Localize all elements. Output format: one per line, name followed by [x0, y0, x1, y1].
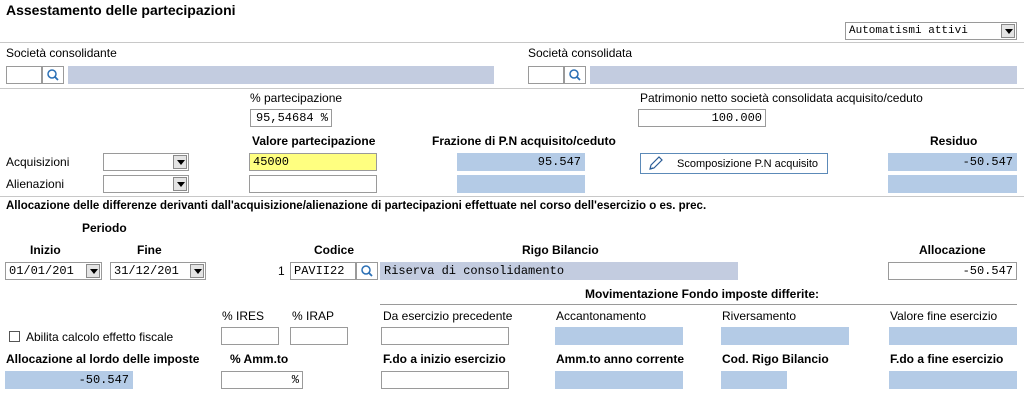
consolidante-name: [68, 66, 494, 84]
frazione-pn-header: Frazione di P.N acquisito/ceduto: [432, 134, 616, 148]
valore-fine-label: Valore fine esercizio: [890, 309, 998, 323]
scomposizione-pn-button-label: Scomposizione P.N acquisito: [677, 158, 819, 170]
search-icon: [361, 265, 373, 277]
ires-input[interactable]: [221, 327, 279, 345]
da-esercizio-input[interactable]: [381, 327, 509, 345]
divider: [0, 196, 1024, 197]
allocazione-input[interactable]: -50.547: [888, 262, 1017, 280]
consolidata-code-input[interactable]: [528, 66, 564, 84]
acquisizioni-residuo-value: -50.547: [888, 153, 1017, 171]
amm-unit: %: [291, 373, 299, 387]
ires-label: % IRES: [222, 309, 265, 323]
accantonamento-value: [555, 327, 683, 345]
valore-fine-value: [889, 327, 1017, 345]
scomposizione-pn-button[interactable]: Scomposizione P.N acquisito: [640, 153, 828, 174]
riversamento-value: [721, 327, 849, 345]
amm-input[interactable]: %: [221, 371, 303, 389]
allocazione-section-title: Allocazione delle differenze derivanti d…: [6, 200, 707, 212]
consolidante-search-button[interactable]: [42, 66, 64, 84]
alienazioni-residuo-value: [888, 175, 1017, 193]
patrimonio-netto-label: Patrimonio netto società consolidata acq…: [640, 91, 923, 105]
acquisizioni-frazione-value: 95.547: [457, 153, 585, 171]
cod-rigo-label: Cod. Rigo Bilancio: [722, 352, 829, 366]
irap-label: % IRAP: [292, 309, 335, 323]
fine-label: Fine: [137, 243, 162, 257]
consolidata-search-button[interactable]: [564, 66, 586, 84]
row-number: 1: [278, 264, 285, 278]
valore-partecipazione-header: Valore partecipazione: [252, 134, 376, 148]
lordo-imposte-label: Allocazione al lordo delle imposte: [6, 352, 200, 366]
chevron-down-icon[interactable]: [86, 264, 100, 278]
acquisizioni-valore-input[interactable]: 45000: [249, 153, 377, 171]
fdo-fine-value: [889, 371, 1017, 389]
irap-input[interactable]: [290, 327, 348, 345]
consolidante-label: Società consolidante: [6, 46, 117, 60]
fdo-inizio-input[interactable]: [381, 371, 509, 389]
codice-input[interactable]: PAVII22: [290, 262, 356, 280]
automation-select-value: Automatismi attivi: [849, 25, 968, 37]
consolidata-label: Società consolidata: [528, 46, 633, 60]
codice-search-button[interactable]: [356, 262, 378, 280]
divider: [0, 42, 1024, 43]
alienazioni-type-select[interactable]: [103, 175, 189, 193]
lordo-imposte-value: -50.547: [5, 371, 133, 389]
page-title: Assestamento delle partecipazioni: [6, 2, 236, 18]
inizio-label: Inizio: [30, 243, 61, 257]
consolidante-code-input[interactable]: [6, 66, 42, 84]
effetto-fiscale-label: Abilita calcolo effetto fiscale: [26, 330, 174, 344]
periodo-label: Periodo: [82, 221, 127, 235]
fine-date-select[interactable]: 31/12/201: [110, 262, 206, 280]
acquisizioni-label: Acquisizioni: [6, 155, 70, 169]
acquisizioni-type-select[interactable]: [103, 153, 189, 171]
search-icon: [569, 69, 581, 81]
inizio-date-value: 01/01/201: [9, 264, 74, 278]
effetto-fiscale-checkbox[interactable]: [9, 331, 20, 342]
percent-partecipazione-input[interactable]: 95,54684 %: [250, 109, 332, 127]
rigo-bilancio-value: Riserva di consolidamento: [380, 262, 738, 280]
pencil-icon: [649, 156, 663, 170]
chevron-down-icon[interactable]: [173, 155, 187, 169]
chevron-down-icon[interactable]: [173, 177, 187, 191]
patrimonio-netto-input[interactable]: 100.000: [638, 109, 766, 127]
automation-select[interactable]: Automatismi attivi: [845, 22, 1017, 40]
alienazioni-frazione-value: [457, 175, 585, 193]
allocazione-label: Allocazione: [919, 243, 986, 257]
search-icon: [47, 69, 59, 81]
percent-partecipazione-label: % partecipazione: [250, 91, 343, 105]
fdo-fine-label: F.do a fine esercizio: [890, 352, 1004, 366]
fdo-inizio-label: F.do a inizio esercizio: [383, 352, 506, 366]
chevron-down-icon[interactable]: [1001, 24, 1015, 38]
accantonamento-label: Accantonamento: [556, 309, 647, 323]
fondo-underline: [380, 304, 1017, 305]
rigo-bilancio-label: Rigo Bilancio: [522, 243, 599, 257]
da-esercizio-label: Da esercizio precedente: [383, 309, 513, 323]
chevron-down-icon[interactable]: [190, 264, 204, 278]
amm-anno-value: [555, 371, 683, 389]
amm-anno-label: Amm.to anno corrente: [556, 352, 685, 366]
alienazioni-valore-input[interactable]: [249, 175, 377, 193]
fondo-imposte-title: Movimentazione Fondo imposte differite:: [585, 287, 820, 301]
divider: [0, 88, 1024, 89]
amm-label: % Amm.to: [230, 352, 289, 366]
inizio-date-select[interactable]: 01/01/201: [5, 262, 102, 280]
residuo-header: Residuo: [930, 134, 978, 148]
fine-date-value: 31/12/201: [114, 264, 179, 278]
cod-rigo-value: [721, 371, 787, 389]
alienazioni-label: Alienazioni: [6, 177, 65, 191]
consolidata-name: [590, 66, 1017, 84]
codice-label: Codice: [314, 243, 355, 257]
riversamento-label: Riversamento: [722, 309, 797, 323]
